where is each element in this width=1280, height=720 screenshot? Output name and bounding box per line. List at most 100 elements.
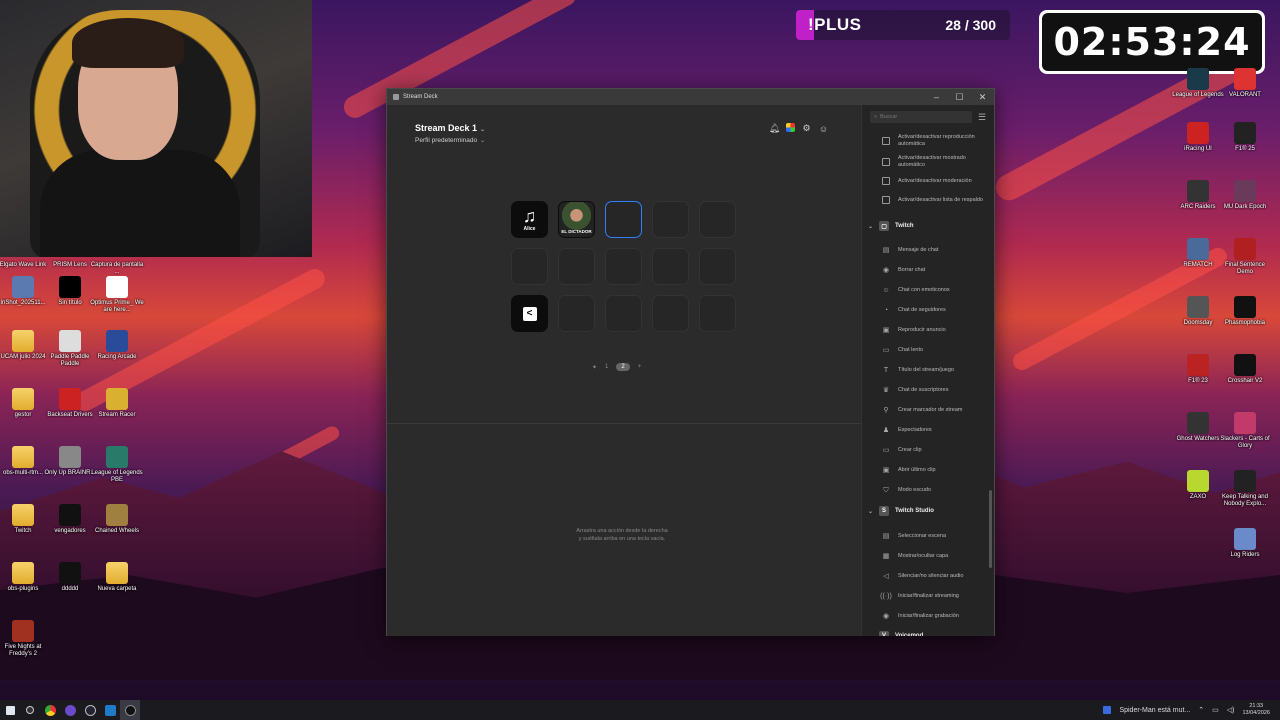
deck-key-7[interactable] <box>558 248 595 285</box>
desktop-icon-log-riders[interactable]: Log Riders <box>1217 528 1273 559</box>
taskbar-app-1[interactable] <box>20 700 40 720</box>
action-activar-desactivar-reproducci-n-autom-tica[interactable]: Activar/desactivar reproducción automáti… <box>882 134 992 148</box>
deck-key-3[interactable] <box>605 201 642 238</box>
action-crear-marcador-de-stream[interactable]: ⚲ Crear marcador de stream <box>882 406 992 414</box>
action-espectadores[interactable]: ♟ Espectadores <box>882 426 992 434</box>
chat-con-emoticonos-icon: ☺ <box>882 286 890 294</box>
action-activar-desactivar-lista-de-respaldo[interactable]: Activar/desactivar lista de respaldo <box>882 196 992 204</box>
start-button[interactable] <box>0 700 20 720</box>
action-iniciar-finalizar-grabaci-n[interactable]: ◉ Iniciar/finalizar grabación <box>882 612 992 620</box>
add-page-button[interactable]: + <box>638 364 642 370</box>
deck-key-5[interactable] <box>699 201 736 238</box>
deck-key-6[interactable] <box>511 248 548 285</box>
desktop-icon-captura-de-pantalla[interactable]: Captura de pantalla ... <box>89 262 145 276</box>
action-label: Activar/desactivar reproducción automáti… <box>898 134 975 147</box>
marketplace-icon[interactable] <box>786 123 795 132</box>
stream-deck-icon <box>124 704 136 716</box>
action-mensaje-de-chat[interactable]: ▤ Mensaje de chat <box>882 246 992 254</box>
close-button[interactable]: ✕ <box>971 89 994 105</box>
notification-text[interactable]: Spider-Man está mut... <box>1119 707 1190 714</box>
stream-deck-app-icon <box>393 94 399 100</box>
action-activar-desactivar-moderaci-n[interactable]: Activar/desactivar moderación <box>882 177 992 185</box>
clock-time: 21:33 <box>1249 703 1264 709</box>
action-mostrar-ocultar-capa[interactable]: ▦ Mostrar/ocultar capa <box>882 552 992 560</box>
desktop-icon-league-of-legends-pbe[interactable]: League of Legends PBE <box>89 446 145 484</box>
deck-key-1[interactable]: ♫ Alice <box>511 201 548 238</box>
desktop-icon-phasmophobia[interactable]: Phasmophobia <box>1217 296 1273 327</box>
desktop-icon-final-sentence-demo[interactable]: Final Sentence Demo <box>1217 238 1273 276</box>
deck-key-9[interactable] <box>652 248 689 285</box>
deck-key-2[interactable]: EL DICTADOR <box>558 201 595 238</box>
category-voicemod[interactable]: ⌄ V Voicemod <box>868 631 992 636</box>
app-icon <box>59 330 81 352</box>
action-crear-clip[interactable]: ▭ Crear clip <box>882 446 992 454</box>
taskbar-stream-deck[interactable] <box>120 700 140 720</box>
taskbar-app-3[interactable] <box>60 700 80 720</box>
timer-value: 02:53:24 <box>1042 13 1262 71</box>
window-titlebar[interactable]: Stream Deck – ☐ ✕ <box>387 89 994 105</box>
list-view-icon[interactable]: ☰ <box>978 112 986 123</box>
deck-key-15[interactable] <box>699 295 736 332</box>
action-chat-de-seguidores[interactable]: ◔ Chat de seguidores <box>882 306 992 314</box>
category-twitch[interactable]: ⌄ ▢ Twitch <box>868 221 992 231</box>
desktop-icon-mu-dark-epoch[interactable]: MU Dark Epoch <box>1217 180 1273 211</box>
drop-hint-line-2: y suéltala arriba en una tecla vacía. <box>578 536 666 542</box>
action-abrir-ltimo-clip[interactable]: ▣ Abrir último clip <box>882 466 992 474</box>
desktop-icon-nueva-carpeta[interactable]: Nueva carpeta <box>89 562 145 593</box>
desktop-icon-crosshair-v2[interactable]: Crosshair V2 <box>1217 354 1273 385</box>
chevron-up-icon[interactable]: ⌃ <box>1198 706 1204 714</box>
iniciar-finalizar-grabaci-n-icon: ◉ <box>882 612 890 620</box>
deck-key-12[interactable] <box>558 295 595 332</box>
action-label: Mensaje de chat <box>898 246 939 253</box>
desktop-icon-slackers-carts-of-glory[interactable]: Slackers - Carts of Glory <box>1217 412 1273 450</box>
chat-de-suscriptores-icon: ♛ <box>882 386 890 394</box>
taskbar-app-5[interactable] <box>100 700 120 720</box>
deck-key-4[interactable] <box>652 201 689 238</box>
minimize-button[interactable]: – <box>925 89 948 105</box>
action-label: Iniciar/finalizar streaming <box>898 592 959 599</box>
pin-icon[interactable]: ✦ <box>592 364 597 371</box>
desktop-icon-optimus-prime-we-are-here[interactable]: Optimus Prime_ We are here... <box>89 276 145 314</box>
desktop-icon-label: F1® 25 <box>1235 146 1255 152</box>
desktop-icon-five-nights-at-freddy-s-2[interactable]: Five Nights at Freddy's 2 <box>0 620 51 658</box>
action-borrar-chat[interactable]: ◉ Borrar chat <box>882 266 992 274</box>
category-twitch-studio[interactable]: ⌄ S Twitch Studio <box>868 506 992 516</box>
desktop-icon-racing-arcade[interactable]: Racing Arcade <box>89 330 145 361</box>
action-chat-de-suscriptores[interactable]: ♛ Chat de suscriptores <box>882 386 992 394</box>
deck-key-11[interactable]: < <box>511 295 548 332</box>
action-chat-con-emoticonos[interactable]: ☺ Chat con emoticonos <box>882 286 992 294</box>
maximize-button[interactable]: ☐ <box>948 89 971 105</box>
action-chat-lento[interactable]: ▭ Chat lento <box>882 346 992 354</box>
page-1[interactable]: 1 <box>605 364 608 370</box>
action-modo-escudo[interactable]: ⛉ Modo escudo <box>882 486 992 494</box>
action-activar-desactivar-mostrado-autom-tico[interactable]: Activar/desactivar mostrado automático <box>882 155 992 169</box>
bell-icon[interactable]: 🔔︎ <box>769 123 780 134</box>
clock[interactable]: 21:33 13/04/2026 <box>1242 703 1270 717</box>
action-seleccionar-escena[interactable]: ▤ Seleccionar escena <box>882 532 992 540</box>
sidebar-scrollbar[interactable] <box>989 490 992 568</box>
deck-key-8[interactable] <box>605 248 642 285</box>
desktop-icon-keep-talking-and-nobody-explo[interactable]: Keep Talking and Nobody Explo... <box>1217 470 1273 508</box>
taskbar-app-4[interactable] <box>80 700 100 720</box>
network-icon[interactable]: ▭ <box>1212 706 1219 714</box>
deck-key-14[interactable] <box>652 295 689 332</box>
profile-selector[interactable]: Perfil predeterminado ⌄ <box>415 137 485 144</box>
action-silenciar-no-silenciar-audio[interactable]: ◁ Silenciar/no silenciar audio <box>882 572 992 580</box>
account-icon[interactable]: ☺ <box>818 123 829 134</box>
deck-key-13[interactable] <box>605 295 642 332</box>
desktop-icon-chained-wheels[interactable]: Chained Wheels <box>89 504 145 535</box>
silenciar-no-silenciar-audio-icon: ◁ <box>883 572 889 580</box>
desktop-icon-f1-25[interactable]: F1® 25 <box>1217 122 1273 153</box>
action-t-tulo-del-stream-juego[interactable]: T Título del stream/juego <box>882 366 992 374</box>
deck-key-10[interactable] <box>699 248 736 285</box>
page-2[interactable]: 2 <box>616 363 630 371</box>
taskbar-chrome[interactable] <box>40 700 60 720</box>
device-selector[interactable]: Stream Deck 1 ⌄ <box>415 123 485 133</box>
gear-icon[interactable]: ⚙ <box>801 123 812 134</box>
desktop-icon-stream-racer[interactable]: Stream Racer <box>89 388 145 419</box>
search-input[interactable]: ⌕ Buscar <box>870 111 972 123</box>
speaker-icon[interactable]: ◁) <box>1227 706 1235 714</box>
action-iniciar-finalizar-streaming[interactable]: ((·)) Iniciar/finalizar streaming <box>880 592 992 600</box>
desktop-icon-valorant[interactable]: VALORANT <box>1217 68 1273 99</box>
action-reproducir-anuncio[interactable]: ▣ Reproducir anuncio <box>882 326 992 334</box>
